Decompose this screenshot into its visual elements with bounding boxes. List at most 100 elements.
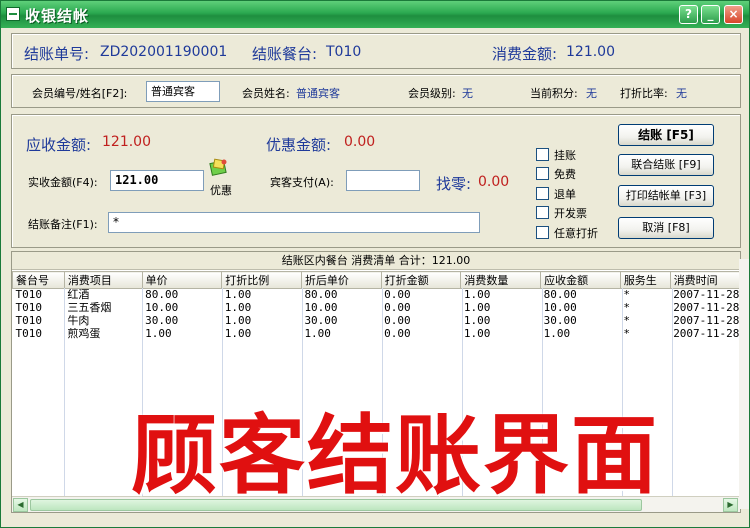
col-table-no[interactable]: 餐台号 (12, 271, 65, 289)
member-discount-value: 无 (676, 87, 687, 100)
remark-label: 结账备注(F1): (28, 218, 98, 231)
change-label: 找零: (436, 175, 472, 193)
col-item[interactable]: 消费项目 (63, 271, 143, 289)
cell: T010 (15, 327, 43, 340)
checkout-window: 收银结帐 ? _ × 结账单号: ZD202001190001 结账餐台: T0… (0, 0, 750, 528)
member-level-value: 无 (462, 87, 473, 100)
cell: 三五香烟 (67, 301, 112, 314)
col-discount-amount[interactable]: 打折金额 (380, 271, 462, 289)
guest-payment-label: 宾客支付(A): (270, 176, 334, 189)
col-waiter[interactable]: 服务生 (619, 271, 671, 289)
cell: 30.00 (304, 314, 338, 327)
table-row[interactable]: T010 三五香烟 10.00 1.00 10.00 0.00 1.00 10.… (13, 302, 740, 315)
remark-input[interactable]: * (108, 212, 480, 233)
grid-header: 结账区内餐台 消费清单 合计：121.00 (12, 252, 740, 270)
cell: 1.00 (304, 327, 331, 340)
bill-table-value: T010 (326, 44, 362, 60)
cell: 1.00 (224, 301, 252, 314)
table-row[interactable]: T010 牛肉 30.00 1.00 30.00 0.00 1.00 30.00… (13, 315, 740, 328)
cell: T010 (15, 301, 43, 314)
cell: * (623, 327, 630, 340)
cell: 10.00 (304, 301, 338, 314)
cell: 1.00 (463, 288, 491, 302)
table-row[interactable]: T010 煎鸡蛋 1.00 1.00 1.00 0.00 1.00 1.00 *… (13, 328, 740, 341)
consumption-table: 餐台号 消费项目 单价 打折比例 折后单价 打折金额 消费数量 应收金额 服务生… (12, 271, 740, 341)
return-order-label: 退单 (554, 188, 576, 201)
on-account-label: 挂账 (554, 149, 576, 162)
title-bar: 收银结帐 ? _ × (1, 1, 749, 28)
free-discount-label: 任意打折 (554, 227, 598, 240)
coupon-label[interactable]: 优惠 (210, 182, 232, 198)
scroll-right-icon[interactable]: ▶ (723, 498, 738, 512)
member-name-value: 普通宾客 (296, 87, 340, 100)
cell: * (623, 288, 630, 302)
cell: 煎鸡蛋 (67, 327, 101, 340)
cell: 2007-11-28 (673, 327, 740, 340)
cell: T010 (15, 314, 43, 327)
cell: 1.00 (224, 288, 252, 302)
cell: 30.00 (543, 314, 577, 327)
on-account-checkbox[interactable] (536, 148, 549, 161)
member-name-label: 会员姓名: (242, 87, 290, 100)
member-discount-label: 打折比率: (620, 87, 668, 100)
cell: 80.00 (304, 288, 338, 302)
scroll-left-icon[interactable]: ◀ (13, 498, 28, 512)
discount-amount-label: 优惠金额: (266, 136, 332, 154)
joint-checkout-button[interactable]: 联合结账 [F9] (618, 154, 714, 176)
col-discounted-price[interactable]: 折后单价 (300, 271, 382, 289)
col-receivable[interactable]: 应收金额 (540, 271, 621, 289)
free-discount-checkbox[interactable] (536, 226, 549, 239)
vertical-scrollbar[interactable] (739, 259, 749, 509)
col-discount-ratio[interactable]: 打折比例 (221, 271, 302, 289)
cell: 10.00 (543, 301, 577, 314)
cell: 0.00 (384, 301, 411, 314)
member-id-input[interactable]: 普通宾客 (146, 81, 220, 102)
cell: 1.00 (543, 327, 571, 340)
cell: * (623, 301, 630, 314)
col-quantity[interactable]: 消费数量 (460, 271, 542, 289)
checkout-button[interactable]: 结账 [F5] (618, 124, 714, 146)
close-button[interactable]: × (724, 5, 743, 24)
discount-amount-value: 0.00 (344, 134, 376, 150)
cancel-button[interactable]: 取消 [F8] (618, 217, 714, 239)
cell: 1.00 (224, 314, 252, 327)
bill-info-panel: 结账单号: ZD202001190001 结账餐台: T010 消费金额: 12… (11, 33, 741, 69)
free-checkbox[interactable] (536, 167, 549, 180)
cell: 30.00 (145, 314, 179, 327)
cell: 2007-11-28 (673, 288, 740, 302)
window-icon (6, 7, 20, 21)
cell: 2007-11-28 (673, 301, 740, 314)
cell: 1.00 (463, 301, 491, 314)
member-points-label: 当前积分: (530, 87, 578, 100)
table-row[interactable]: T010 红酒 80.00 1.00 80.00 0.00 1.00 80.00… (13, 289, 740, 302)
invoice-checkbox[interactable] (536, 206, 549, 219)
cell: * (623, 314, 630, 327)
cell: 0.00 (384, 288, 411, 302)
member-points-value: 无 (586, 87, 597, 100)
paid-amount-input[interactable]: 121.00 (110, 170, 204, 191)
free-label: 免费 (554, 168, 576, 181)
coupon-icon[interactable] (209, 158, 229, 176)
bill-no-label: 结账单号: (24, 45, 90, 63)
cell: 1.00 (463, 314, 491, 327)
cell: 0.00 (384, 327, 411, 340)
guest-payment-input[interactable] (346, 170, 420, 191)
change-value: 0.00 (478, 174, 510, 190)
paid-amount-label: 实收金额(F4): (28, 176, 98, 189)
bill-table-label: 结账餐台: (252, 45, 318, 63)
cell: 1.00 (463, 327, 491, 340)
table-header-row: 餐台号 消费项目 单价 打折比例 折后单价 打折金额 消费数量 应收金额 服务生… (12, 271, 740, 289)
col-time[interactable]: 消费时间 (669, 271, 740, 289)
print-bill-button[interactable]: 打印结帐单 [F3] (618, 185, 714, 207)
return-order-checkbox[interactable] (536, 187, 549, 200)
member-level-label: 会员级别: (408, 87, 456, 100)
cell: 牛肉 (67, 314, 90, 327)
payment-panel: 应收金额: 121.00 优惠金额: 0.00 实收金额(F4): 121.00… (11, 114, 741, 248)
cell: 80.00 (145, 288, 179, 302)
grid-column-line (672, 288, 673, 496)
cell: 80.00 (543, 288, 577, 302)
cell: 红酒 (67, 288, 90, 302)
col-unit-price[interactable]: 单价 (141, 271, 223, 289)
minimize-button[interactable]: _ (701, 5, 720, 24)
help-button[interactable]: ? (679, 5, 698, 24)
